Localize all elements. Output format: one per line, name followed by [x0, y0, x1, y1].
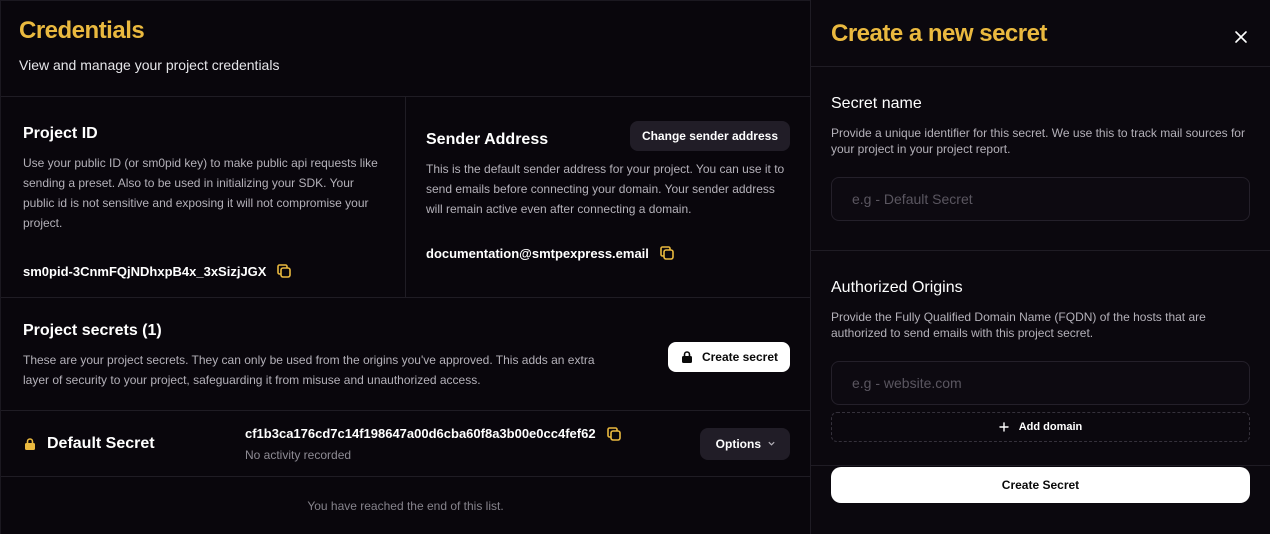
authorized-origins-description: Provide the Fully Qualified Domain Name …	[831, 310, 1206, 340]
project-secrets-intro: Project secrets (1) These are your proje…	[23, 322, 623, 410]
close-icon	[1235, 31, 1247, 43]
plus-icon	[999, 422, 1009, 432]
secret-name-label: Secret name	[831, 95, 922, 112]
sender-address-value-line: documentation@smtpexpress.email	[426, 245, 790, 261]
change-sender-address-button[interactable]: Change sender address	[629, 121, 790, 151]
secret-options-button[interactable]: Options	[699, 427, 790, 460]
project-id-title: Project ID	[23, 125, 98, 142]
secret-value: cf1b3ca176cd7c14f198647a00d6cba60f8a3b00…	[245, 426, 700, 462]
credentials-page: Credentials View and manage your project…	[0, 0, 810, 534]
sender-address-head: Sender Address Change sender address	[426, 121, 790, 151]
lock-icon	[25, 437, 35, 450]
page-subtitle: View and manage your project credentials	[19, 57, 280, 73]
project-id-description: Use your public ID (or sm0pid key) to ma…	[23, 156, 378, 230]
credentials-row: Project ID Use your public ID (or sm0pid…	[1, 97, 810, 298]
panel-title: Create a new secret	[831, 20, 1047, 47]
close-button[interactable]	[1232, 28, 1250, 46]
project-secrets-title: Project secrets (1)	[23, 322, 162, 339]
page-header: Credentials View and manage your project…	[1, 1, 810, 97]
authorized-origins-label: Authorized Origins	[831, 279, 963, 296]
lock-icon	[681, 351, 692, 363]
authorized-origins-block: Authorized Origins Provide the Fully Qua…	[811, 251, 1270, 466]
chevron-down-icon	[768, 441, 775, 446]
secret-name-input[interactable]	[831, 177, 1250, 221]
copy-icon[interactable]	[606, 426, 622, 442]
project-id-value-line: sm0pid-3CnmFQjNDhxpB4x_3xSizjJGX	[23, 263, 383, 279]
copy-icon[interactable]	[276, 263, 292, 279]
sender-address-card: Sender Address Change sender address Thi…	[405, 97, 810, 297]
create-secret-panel: Create a new secret Secret name Provide …	[810, 0, 1270, 534]
secret-name-label: Default Secret	[47, 434, 155, 452]
sender-address-value: documentation@smtpexpress.email	[426, 245, 649, 261]
end-of-list-note: You have reached the end of this list.	[307, 499, 504, 513]
authorized-origin-input[interactable]	[831, 361, 1250, 405]
secret-activity-status: No activity recorded	[245, 447, 352, 462]
secret-key-line: cf1b3ca176cd7c14f198647a00d6cba60f8a3b00…	[245, 426, 700, 442]
create-secret-button[interactable]: Create secret	[667, 342, 790, 372]
secret-name: Default Secret	[23, 435, 245, 453]
project-secrets-description: These are your project secrets. They can…	[23, 353, 595, 387]
panel-header: Create a new secret	[811, 0, 1270, 67]
project-secrets-section: Project secrets (1) These are your proje…	[1, 298, 810, 411]
create-secret-label: Create secret	[701, 350, 778, 364]
page-title: Credentials	[19, 17, 145, 44]
options-label: Options	[715, 436, 761, 451]
project-id-card: Project ID Use your public ID (or sm0pid…	[1, 97, 405, 297]
add-domain-button[interactable]: Add domain	[831, 412, 1250, 442]
secret-name-description: Provide a unique identifier for this sec…	[831, 126, 1245, 156]
secret-name-block: Secret name Provide a unique identifier …	[811, 67, 1270, 251]
copy-icon[interactable]	[659, 245, 675, 261]
secret-list-item: Default Secret cf1b3ca176cd7c14f198647a0…	[1, 411, 810, 477]
sender-address-description: This is the default sender address for y…	[426, 162, 785, 216]
secret-key-value: cf1b3ca176cd7c14f198647a00d6cba60f8a3b00…	[245, 426, 596, 441]
add-domain-label: Add domain	[1018, 421, 1083, 433]
create-secret-submit-button[interactable]: Create Secret	[831, 467, 1250, 503]
project-id-value: sm0pid-3CnmFQjNDhxpB4x_3xSizjJGX	[23, 263, 267, 279]
sender-address-title: Sender Address	[426, 131, 549, 148]
